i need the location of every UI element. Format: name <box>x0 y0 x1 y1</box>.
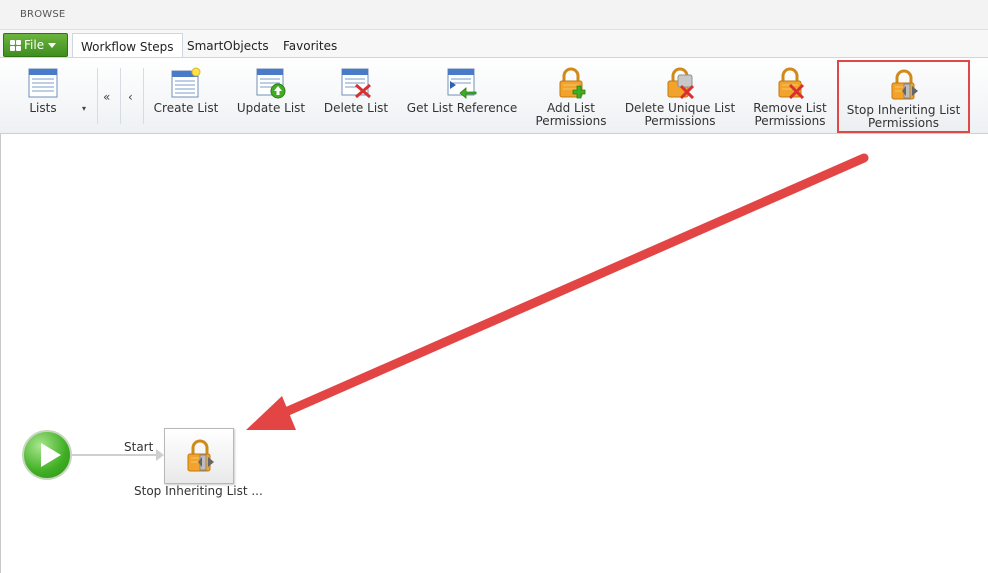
update-list-label: Update List <box>236 101 306 115</box>
create-list-label: Create List <box>153 101 219 115</box>
stop-inheriting-list-permissions-button[interactable]: Stop Inheriting List Permissions <box>837 60 970 133</box>
lists-button[interactable]: Lists <box>14 58 72 134</box>
tab-favorites[interactable]: Favorites <box>275 33 345 58</box>
delete-list-button[interactable]: Delete List <box>318 58 394 134</box>
tab-smartobjects[interactable]: SmartObjects <box>179 33 277 58</box>
tab-workflow-steps[interactable]: Workflow Steps <box>72 33 183 59</box>
top-bar: BROWSE <box>0 0 988 30</box>
add-list-permissions-label: Add List Permissions <box>535 101 607 128</box>
play-icon <box>41 443 61 467</box>
lists-dropdown-icon[interactable]: ▾ <box>82 104 86 113</box>
workflow-step-stop-inheriting[interactable] <box>164 428 234 484</box>
create-list-button[interactable]: Create List <box>148 58 224 134</box>
remove-list-permissions-button[interactable]: Remove List Permissions <box>748 58 832 134</box>
lock-delete-unique-icon <box>667 67 695 99</box>
delete-unique-list-permissions-label: Delete Unique List Permissions <box>624 101 736 128</box>
lock-stop-inheriting-icon <box>187 439 214 472</box>
file-menu-button[interactable]: File <box>3 33 68 57</box>
workflow-start-node[interactable] <box>22 430 72 480</box>
connector-arrow-icon <box>156 449 164 461</box>
delete-list-icon <box>341 68 371 99</box>
lock-stop-inheriting-icon <box>891 69 918 100</box>
lists-label: Lists <box>29 101 57 115</box>
remove-list-permissions-label: Remove List Permissions <box>753 101 827 128</box>
tab-favorites-label: Favorites <box>283 38 338 53</box>
ribbon-separator <box>97 68 98 124</box>
ribbon-separator <box>143 68 144 124</box>
workflow-canvas[interactable] <box>0 134 988 573</box>
update-list-button[interactable]: Update List <box>232 58 310 134</box>
create-list-icon <box>171 67 201 98</box>
workflow-step-label: Stop Inheriting List ... <box>134 484 263 498</box>
update-list-icon <box>256 68 286 99</box>
browse-label[interactable]: BROWSE <box>20 9 65 20</box>
scroll-left-icon[interactable]: ‹ <box>128 90 133 104</box>
ribbon-separator <box>120 68 121 124</box>
tab-smartobjects-label: SmartObjects <box>187 38 269 53</box>
start-connector-line[interactable] <box>72 454 158 456</box>
tab-bar: File Workflow Steps SmartObjects Favorit… <box>0 30 988 59</box>
get-list-reference-icon <box>447 68 477 99</box>
stop-inheriting-list-permissions-label: Stop Inheriting List Permissions <box>846 103 961 130</box>
get-list-reference-label: Get List Reference <box>406 101 518 115</box>
get-list-reference-button[interactable]: Get List Reference <box>402 58 522 134</box>
add-list-permissions-button[interactable]: Add List Permissions <box>530 58 612 134</box>
start-connector-label: Start <box>124 440 154 454</box>
caret-down-icon <box>48 42 57 48</box>
delete-unique-list-permissions-button[interactable]: Delete Unique List Permissions <box>620 58 740 134</box>
scroll-first-icon[interactable]: « <box>103 90 110 104</box>
list-icon <box>28 68 58 98</box>
file-menu-label: File <box>24 38 45 52</box>
lock-add-icon <box>559 67 586 99</box>
delete-list-label: Delete List <box>323 101 389 115</box>
ribbon-toolbar: Lists ▾ « ‹ Create List Update List Dele… <box>0 57 988 134</box>
tab-workflow-steps-label: Workflow Steps <box>81 39 174 54</box>
lock-remove-icon <box>778 67 805 99</box>
apps-grid-icon <box>10 39 21 51</box>
